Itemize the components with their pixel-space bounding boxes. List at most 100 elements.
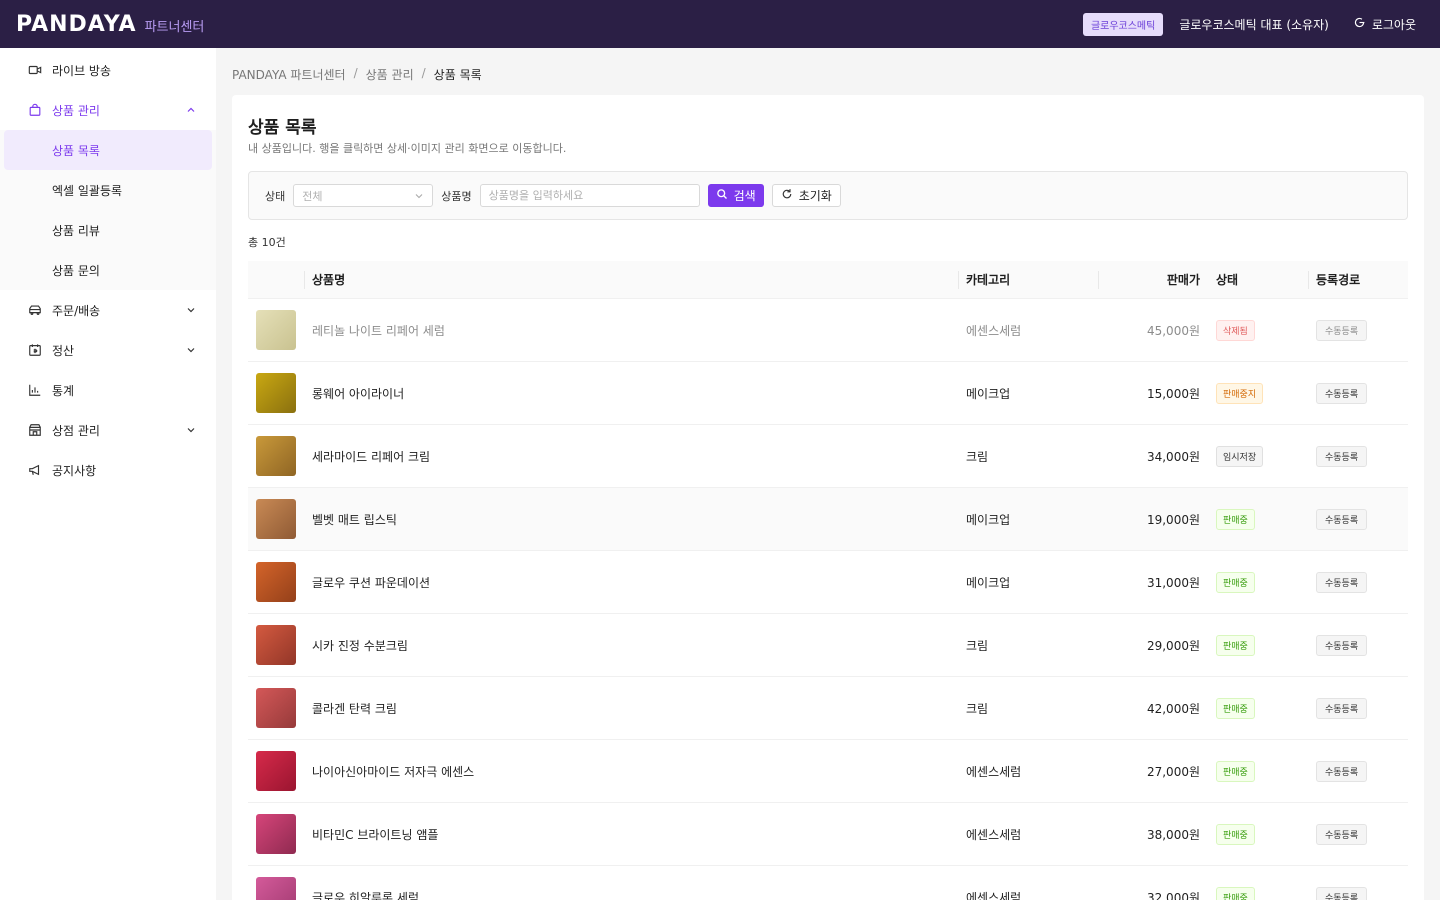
product-price: 32,000원 [1146,890,1200,900]
video-camera-icon [28,63,42,77]
logout-icon [1353,16,1366,32]
sidebar-item-settlement[interactable]: 정산 [0,330,216,370]
search-button[interactable]: 검색 [707,184,764,207]
sidebar-item-products[interactable]: 상품 관리 [0,90,216,130]
product-name: 레티놀 나이트 리페어 세럼 [312,323,445,338]
status-cell: 판매중 [1208,677,1308,739]
product-category: 크림 [966,638,989,653]
product-price: 31,000원 [1146,575,1200,590]
route-cell: 수동등록 [1308,362,1408,424]
product-category: 에센스세럼 [966,323,1022,338]
product-name-input[interactable] [479,184,700,207]
product-table: 상품명 카테고리 판매가 상태 등록경로 레티놀 나이트 리페어 세럼 에센스세럼… [248,261,1408,900]
breadcrumb-current: 상품 목록 [433,68,482,82]
status-select[interactable]: 전체 [293,184,434,207]
table-row[interactable]: 레티놀 나이트 리페어 세럼 에센스세럼 45,000원 삭제됨 수동등록 [248,299,1408,362]
calendar-dollar-icon [28,343,42,357]
logout-button[interactable]: 로그아웃 [1353,16,1416,33]
chevron-down-icon [414,191,424,201]
status-badge: 판매중 [1216,508,1255,530]
product-thumbnail [256,562,296,602]
chevron-down-icon [186,305,196,315]
status-cell: 판매중 [1208,488,1308,550]
sidebar-item-orders[interactable]: 주문/배송 [0,290,216,330]
table-row[interactable]: 비타민C 브라이트닝 앰플 에센스세럼 38,000원 판매중 수동등록 [248,803,1408,866]
table-row[interactable]: 시카 진정 수분크림 크림 29,000원 판매중 수동등록 [248,614,1408,677]
product-price: 34,000원 [1146,449,1200,464]
product-price: 42,000원 [1146,701,1200,716]
product-thumbnail [256,436,296,476]
status-cell: 판매중 [1208,803,1308,865]
table-row[interactable]: 콜라겐 탄력 크림 크림 42,000원 판매중 수동등록 [248,677,1408,740]
products-submenu: 상품 목록 엑셀 일괄등록 상품 리뷰 상품 문의 [0,130,216,290]
status-cell: 판매중 [1208,551,1308,613]
col-header-status: 상태 [1216,273,1239,287]
sidebar-subitem-excel-upload[interactable]: 엑셀 일괄등록 [4,170,212,210]
route-badge: 수동등록 [1316,697,1368,719]
product-thumbnail [256,310,296,350]
breadcrumb-separator: / [421,66,426,80]
route-badge: 수동등록 [1316,823,1368,845]
product-thumbnail-cell [248,299,304,361]
name-filter-label: 상품명 [441,189,472,203]
product-thumbnail [256,877,296,900]
product-name: 벨벳 매트 립스틱 [312,512,397,527]
product-thumbnail [256,373,296,413]
status-badge: 판매중 [1216,634,1255,656]
bar-chart-icon [28,383,42,397]
breadcrumb-root[interactable]: PANDAYA 파트너센터 [232,66,346,83]
sidebar-item-label: 라이브 방송 [52,63,112,78]
status-filter-label: 상태 [265,189,286,203]
route-badge: 수동등록 [1316,634,1368,656]
breadcrumb-parent[interactable]: 상품 관리 [366,66,414,83]
reset-button[interactable]: 초기화 [771,184,841,207]
truck-icon [28,303,42,317]
product-price: 29,000원 [1146,638,1200,653]
table-body: 레티놀 나이트 리페어 세럼 에센스세럼 45,000원 삭제됨 수동등록 롱웨어 아이라… [248,299,1408,900]
sidebar-item-label: 통계 [52,383,75,398]
route-cell: 수동등록 [1308,740,1408,802]
sidebar-subitem-product-list[interactable]: 상품 목록 [4,130,212,170]
table-row[interactable]: 나이아신아마이드 저자극 에센스 에센스세럼 27,000원 판매중 수동등록 [248,740,1408,803]
product-name: 비타민C 브라이트닝 앰플 [312,827,439,842]
chevron-down-icon [186,425,196,435]
sidebar-item-notice[interactable]: 공지사항 [0,450,216,490]
sidebar-item-label: 정산 [52,343,75,358]
breadcrumb-separator: / [353,66,358,80]
top-header: PANDAYA 파트너센터 글로우코스메틱 글로우코스메틱 대표 (소유자) 로… [0,0,1440,48]
logout-label: 로그아웃 [1371,17,1416,32]
table-row[interactable]: 벨벳 매트 립스틱 메이크업 19,000원 판매중 수동등록 [248,488,1408,551]
product-thumbnail [256,499,296,539]
status-cell: 판매중지 [1208,362,1308,424]
sidebar-item-live[interactable]: 라이브 방송 [0,50,216,90]
megaphone-icon [28,463,42,477]
status-badge: 판매중 [1216,697,1255,719]
table-row[interactable]: 롱웨어 아이라이너 메이크업 15,000원 판매중지 수동등록 [248,362,1408,425]
search-button-label: 검색 [733,189,756,203]
sidebar-subitem-product-review[interactable]: 상품 리뷰 [4,210,212,250]
status-badge: 판매중 [1216,760,1255,782]
logo[interactable]: PANDAYA [16,12,137,37]
table-row[interactable]: 세라마이드 리페어 크림 크림 34,000원 임시저장 수동등록 [248,425,1408,488]
content-card: 상품 목록 내 상품입니다. 행을 클릭하면 상세·이미지 관리 화면으로 이동… [232,95,1424,900]
product-name: 글로우 히알루론 세럼 [312,890,419,900]
product-category: 메이크업 [966,512,1011,527]
chevron-down-icon [186,345,196,355]
route-cell: 수동등록 [1308,677,1408,739]
col-header-price: 판매가 [1098,261,1208,298]
route-badge: 수동등록 [1316,382,1368,404]
sidebar-item-shop[interactable]: 상점 관리 [0,410,216,450]
table-row[interactable]: 글로우 쿠션 파운데이션 메이크업 31,000원 판매중 수동등록 [248,551,1408,614]
sidebar-item-label: 상점 관리 [52,423,100,438]
route-cell: 수동등록 [1308,614,1408,676]
product-price: 27,000원 [1146,764,1200,779]
product-thumbnail-cell [248,803,304,865]
product-category: 메이크업 [966,575,1011,590]
sidebar-subitem-product-inquiry[interactable]: 상품 문의 [4,250,212,290]
search-icon [716,188,728,203]
reload-icon [781,188,793,203]
table-row[interactable]: 글로우 히알루론 세럼 에센스세럼 32,000원 판매중 수동등록 [248,866,1408,900]
product-category: 메이크업 [966,386,1011,401]
header-right: 글로우코스메틱 글로우코스메틱 대표 (소유자) 로그아웃 [1082,12,1424,36]
sidebar-item-stats[interactable]: 통계 [0,370,216,410]
